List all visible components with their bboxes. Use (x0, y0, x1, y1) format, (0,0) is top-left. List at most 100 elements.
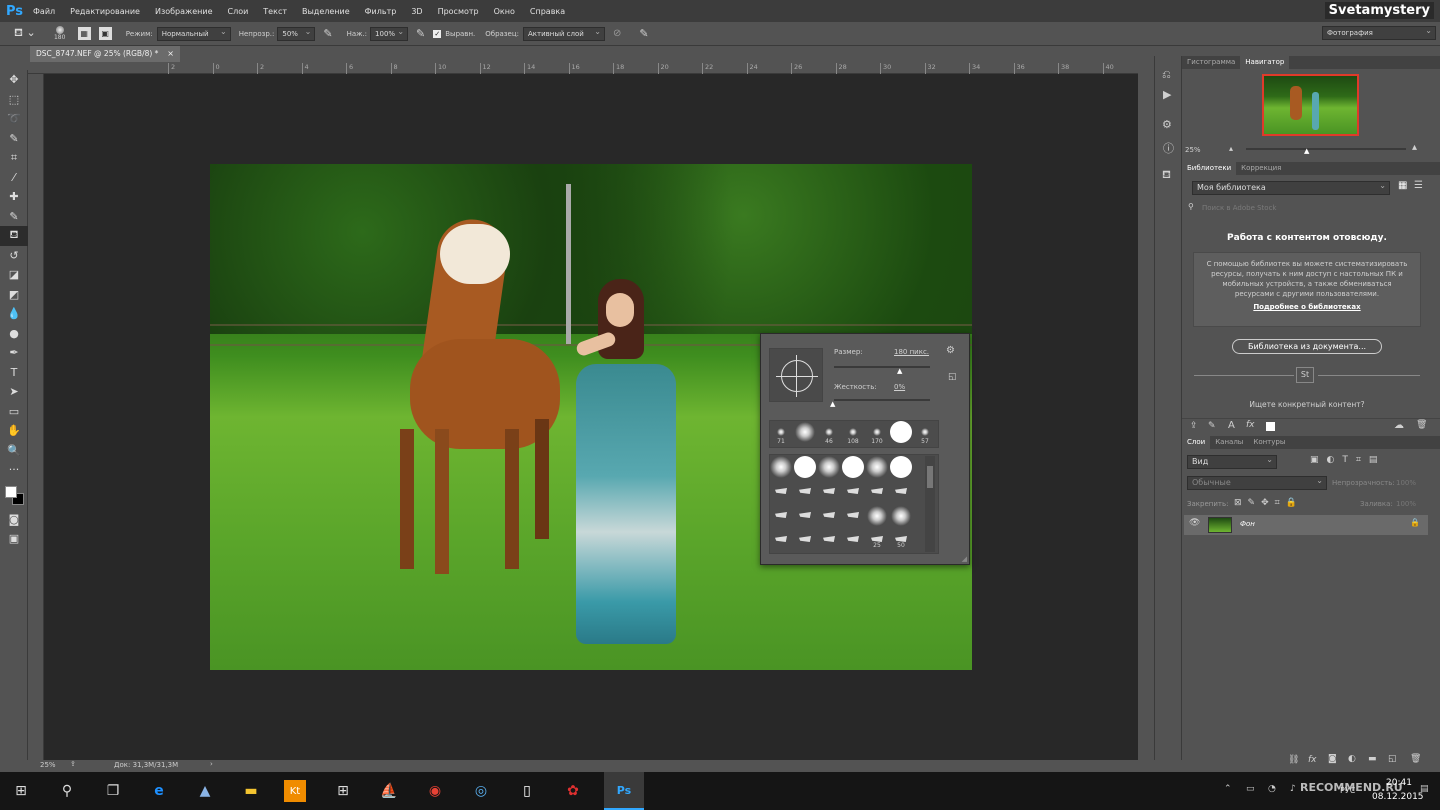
pressure-opacity-icon[interactable]: ✎ (323, 27, 332, 40)
lock-icons[interactable]: ⊠✎✥⌗🔒 (1234, 498, 1303, 508)
brush-tip[interactable] (867, 506, 887, 526)
menu-3d[interactable]: 3D (411, 7, 422, 16)
navigator-zoom-slider[interactable] (1246, 148, 1406, 150)
fill-value[interactable]: 100% (1396, 500, 1416, 508)
text-style-icon[interactable]: A (1228, 420, 1235, 431)
brush-tip[interactable] (795, 422, 815, 442)
brush-tool-icon[interactable]: ✎ (0, 207, 28, 227)
brush-tip[interactable] (794, 456, 816, 478)
actions-play-icon[interactable]: ▶ (1163, 88, 1171, 101)
brush-settings-gear-icon[interactable]: ⚙ (946, 345, 955, 356)
menu-window[interactable]: Окно (494, 7, 515, 16)
creative-cloud-icon[interactable]: ☁ (1394, 420, 1404, 431)
brush-tip[interactable] (921, 428, 929, 436)
tab-adjustments[interactable]: Коррекция (1236, 162, 1286, 175)
tray-network-icon[interactable]: ◔ (1268, 784, 1276, 794)
menu-file[interactable]: Файл (33, 7, 55, 16)
zoom-in-icon[interactable]: ▴ (1412, 142, 1417, 153)
color-swatch-icon[interactable] (1266, 422, 1275, 431)
tab-layers[interactable]: Слои (1182, 436, 1211, 449)
opacity-field[interactable]: 50% (277, 26, 316, 41)
notifications-icon[interactable]: ▤ (1420, 784, 1429, 794)
file-explorer-icon[interactable]: ▬ (238, 778, 264, 804)
tab-channels[interactable]: Каналы (1210, 436, 1248, 449)
canvas-area[interactable]: Размер: 180 пикс. ⚙ ▲ ◱ Жесткость: 0% ▲ … (44, 74, 1138, 760)
add-style-icon[interactable]: fx (1308, 755, 1317, 765)
menu-view[interactable]: Просмотр (438, 7, 479, 16)
library-trash-icon[interactable]: 🗑 (1416, 420, 1427, 430)
airbrush-icon[interactable]: ✎ (416, 27, 425, 40)
clone-stamp-tool-preset-icon[interactable]: ⛾ ⌄ (14, 26, 36, 41)
tab-libraries[interactable]: Библиотеки (1182, 162, 1237, 175)
brush-add-icon[interactable]: ✎ (1208, 421, 1216, 431)
info-icon[interactable]: ⓘ (1163, 140, 1174, 156)
blur-tool-icon[interactable]: 💧 (0, 304, 28, 324)
eyedropper-tool-icon[interactable]: ⁄ (0, 168, 28, 188)
brush-tip[interactable] (849, 428, 857, 436)
pen-tool-icon[interactable]: ✒ (0, 343, 28, 363)
upload-icon[interactable]: ⇪ (1190, 421, 1198, 431)
menu-layers[interactable]: Слои (228, 7, 249, 16)
paint-bucket-tool-icon[interactable]: ◩ (0, 285, 28, 305)
clock-date[interactable]: 08.12.2015 (1372, 792, 1424, 802)
eraser-tool-icon[interactable]: ◪ (0, 265, 28, 285)
navigator-zoom[interactable]: 25% (1185, 146, 1201, 154)
brush-tip[interactable] (866, 456, 888, 478)
pressure-size-icon[interactable]: ✎ (639, 27, 648, 40)
hardness-slider[interactable] (834, 399, 930, 401)
list-view-icon[interactable]: ☰ (1414, 180, 1423, 191)
zoom-level[interactable]: 25% (40, 761, 56, 769)
photoshop-taskbar-icon[interactable]: Ps (604, 772, 644, 810)
close-tab-icon[interactable]: × (167, 46, 174, 62)
brush-list-scrollbar[interactable] (925, 456, 935, 552)
navigator-thumbnail[interactable] (1262, 74, 1359, 136)
ignore-adjustment-layers-icon[interactable]: ⊘ (613, 28, 621, 39)
flow-field[interactable]: 100% (370, 26, 409, 41)
mode-select[interactable]: Нормальный (156, 26, 231, 41)
mountain-app-icon[interactable]: ▲ (192, 778, 218, 804)
quick-selection-tool-icon[interactable]: ✎ (0, 129, 28, 149)
tray-battery-icon[interactable]: ▭ (1246, 784, 1255, 794)
menu-image[interactable]: Изображение (155, 7, 213, 16)
stock-search-input[interactable]: Поиск в Adobe Stock (1202, 204, 1277, 212)
clone-stamp-tool-icon[interactable]: ⛾ (0, 226, 28, 246)
status-arrow-icon[interactable]: › (210, 760, 213, 768)
store-icon[interactable]: ⊞ (330, 778, 356, 804)
dodge-tool-icon[interactable]: ● (0, 324, 28, 344)
tab-paths[interactable]: Контуры (1248, 436, 1290, 449)
tray-up-arrow-icon[interactable]: ⌃ (1224, 784, 1232, 794)
aligned-checkbox[interactable]: ✓ (433, 29, 442, 38)
task-view-icon[interactable]: ❐ (100, 778, 126, 804)
ship-app-icon[interactable]: ⛵ (376, 778, 402, 804)
crop-tool-icon[interactable]: ⌗ (0, 148, 28, 168)
brush-tip[interactable] (770, 456, 792, 478)
rectangle-tool-icon[interactable]: ▭ (0, 402, 28, 422)
new-layer-icon[interactable]: ◱ (1388, 754, 1397, 764)
edge-icon[interactable]: e (146, 778, 172, 804)
move-tool-icon[interactable]: ✥ (0, 70, 28, 90)
marquee-tool-icon[interactable]: ⬚ (0, 90, 28, 110)
navigator-slider-thumb[interactable]: ▲ (1304, 147, 1309, 155)
brush-preset-picker[interactable]: 180 (50, 26, 70, 41)
menu-filter[interactable]: Фильтр (365, 7, 397, 16)
brush-tip[interactable] (891, 506, 911, 526)
hand-tool-icon[interactable]: ✋ (0, 421, 28, 441)
size-slider-thumb[interactable]: ▲ (897, 367, 902, 375)
type-tool-icon[interactable]: T (0, 363, 28, 383)
adjustment-layer-icon[interactable]: ◐ (1348, 754, 1356, 764)
brush-angle-preview[interactable] (769, 348, 823, 402)
layer-filter-select[interactable]: Вид (1187, 454, 1277, 469)
menu-help[interactable]: Справка (530, 7, 565, 16)
menu-select[interactable]: Выделение (302, 7, 350, 16)
foreground-color-swatch[interactable] (5, 485, 17, 498)
library-select[interactable]: Моя библиотека (1192, 180, 1390, 195)
menu-type[interactable]: Текст (263, 7, 287, 16)
tray-volume-icon[interactable]: ♪ (1290, 784, 1296, 794)
brush-tip[interactable] (873, 428, 881, 436)
chrome-icon[interactable]: ◉ (422, 778, 448, 804)
document-icon[interactable]: ▯ (514, 778, 540, 804)
hardness-value[interactable]: 0% (894, 383, 905, 391)
export-icon[interactable]: ⇪ (70, 760, 76, 768)
quick-mask-icon[interactable]: ◙ (0, 510, 28, 530)
add-mask-icon[interactable]: ◙ (1328, 754, 1337, 764)
